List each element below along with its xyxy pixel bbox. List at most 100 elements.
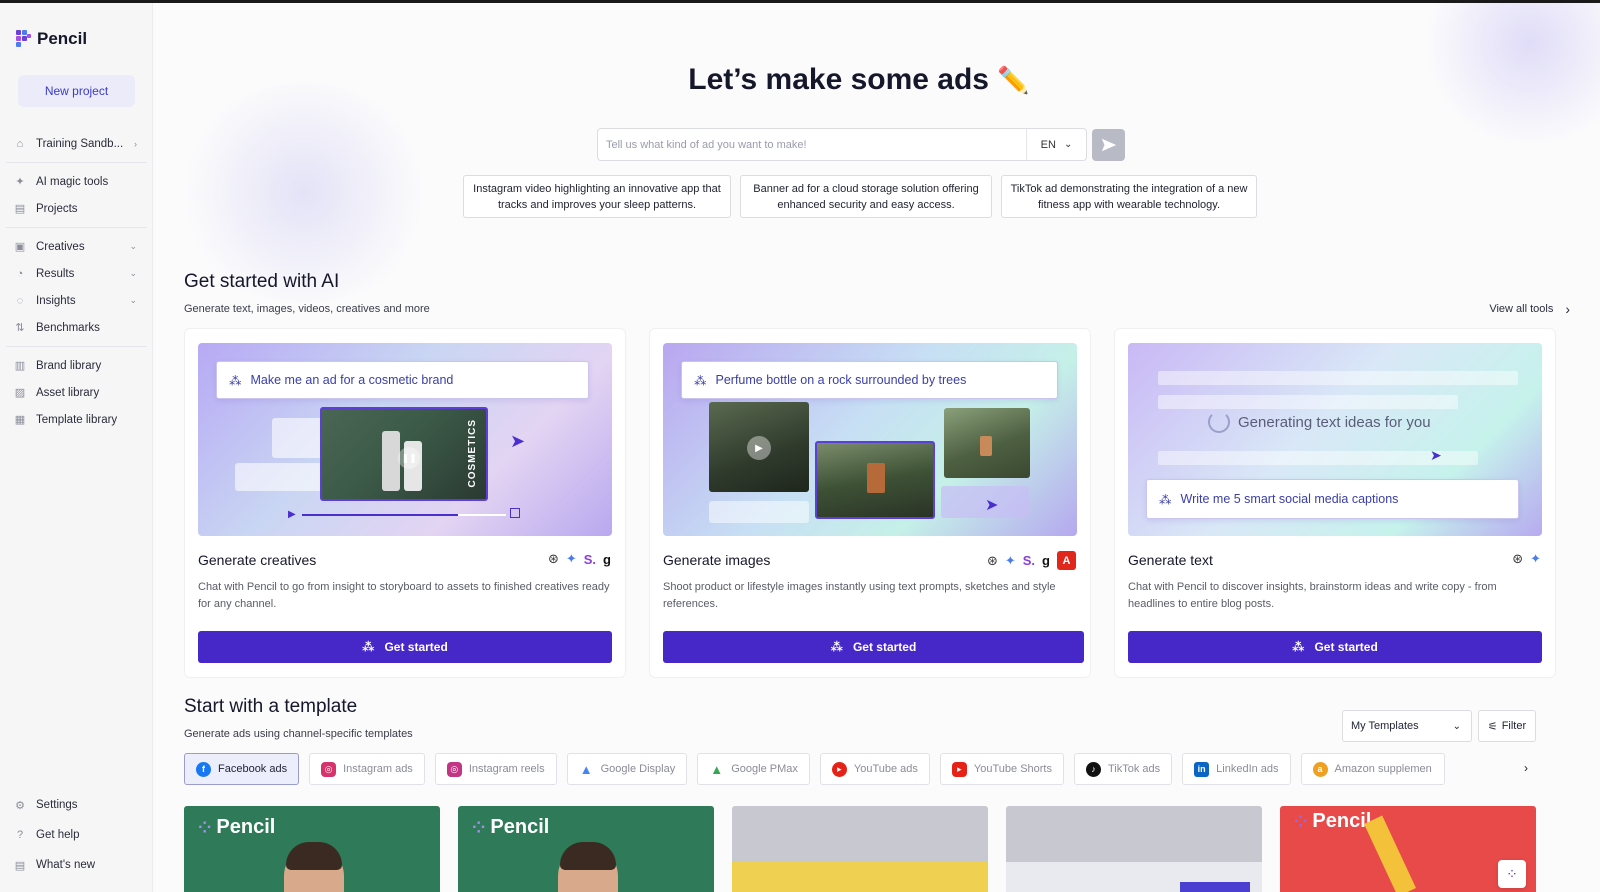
template-thumbnail[interactable] [732,806,988,892]
chevron-right-icon[interactable]: › [1524,761,1528,775]
gear-icon: ⚙ [15,799,25,812]
page-title-text: Let’s make some ads [688,63,989,96]
filter-label: Filter [1501,720,1527,732]
video-thumbnail: ❚❚ COSMETICS [320,407,488,501]
person-image [558,842,618,892]
text-illustration: Generating text ideas for you ➤ ⁂ Write … [1128,343,1542,536]
suggestion-chip[interactable]: TikTok ad demonstrating the integration … [1001,175,1257,218]
tab-label: Instagram ads [343,763,413,775]
gemini-icon: ✦ [565,551,577,566]
template-source-select[interactable]: My Templates ⌄ [1342,710,1472,742]
template-section-title: Start with a template [184,696,358,717]
main-content: Let’s make some ads ✏️ EN ⌄ Instagram vi… [154,3,1600,892]
tab-label: Instagram reels [468,763,545,775]
template-logo: ⁘ Pencil [472,816,549,839]
magic-wand-icon: ⁂ [362,640,375,654]
suggestion-chip[interactable]: Banner ad for a cloud storage solution o… [740,175,992,218]
get-started-button[interactable]: ⁂ Get started [663,631,1084,663]
app-logo[interactable]: Pencil [16,29,87,49]
tab-label: Google PMax [731,763,798,775]
sidebar-item-brand-library[interactable]: ▥ Brand library [0,352,153,379]
sidebar-item-get-help[interactable]: ? Get help [0,820,153,850]
pause-icon: ❚❚ [398,447,420,469]
pencil-logo-icon: ⁘ [472,819,486,837]
adobe-icon: A [1057,551,1076,570]
tab-facebook-ads[interactable]: f Facebook ads [184,753,300,785]
card-title: Generate images [663,552,771,568]
new-project-button[interactable]: New project [18,75,135,107]
tab-amazon-supplements[interactable]: a Amazon supplemen [1300,753,1445,785]
send-button[interactable] [1092,129,1125,161]
tab-google-pmax[interactable]: ▲ Google PMax [697,753,810,785]
sidebar-item-label: Benchmarks [36,321,100,334]
get-started-button[interactable]: ⁂ Get started [1128,631,1542,663]
tab-tiktok-ads[interactable]: ♪ TikTok ads [1073,753,1173,785]
sidebar-item-benchmarks[interactable]: ⇅ Benchmarks [0,314,153,341]
model-logos: ⊛ ✦ [1512,551,1541,567]
card-title: Generate creatives [198,552,317,568]
workspace-selector[interactable]: ⌂ Training Sandb... › [0,130,153,157]
fullscreen-icon [510,508,520,518]
language-value: EN [1040,138,1056,151]
sidebar-item-whats-new[interactable]: ▤ What's new [0,850,153,880]
images-prompt: ⁂ Perfume bottle on a rock surrounded by… [681,361,1058,399]
get-started-button[interactable]: ⁂ Get started [198,631,612,663]
filter-button[interactable]: ⚟ Filter [1478,710,1536,742]
view-all-tools-link[interactable]: View all tools › [1489,301,1570,317]
tab-instagram-ads[interactable]: ◎ Instagram ads [309,753,425,785]
template-source-value: My Templates [1351,720,1419,732]
chevron-right-icon: › [1565,301,1570,317]
cursor-icon: ➤ [510,431,526,451]
magic-wand-icon: ⁂ [229,373,242,388]
person-image [284,842,344,892]
sidebar-item-label: Settings [36,799,78,811]
sidebar-item-projects[interactable]: ▤ Projects [0,195,153,222]
template-logo-text: Pencil [1312,810,1372,832]
tab-youtube-shorts[interactable]: ▸ YouTube Shorts [939,753,1064,785]
tab-label: Amazon supplemen [1334,763,1432,775]
template-logo-text: Pencil [490,816,550,838]
workspace-label: Training Sandb... [36,137,124,150]
page-title: Let’s make some ads ✏️ [154,63,1564,97]
sidebar-item-template-library[interactable]: ▦ Template library [0,406,153,433]
ad-prompt-input[interactable] [598,129,1026,160]
magic-wand-icon: ⁂ [1292,640,1305,654]
model-logos: ⊛ ✦ S. g [548,551,611,567]
pencil-image [1364,815,1416,892]
generating-status: Generating text ideas for you [1208,411,1431,433]
template-thumbnail[interactable]: ⁘ Pencil [458,806,714,892]
stability-icon: S. [583,551,597,567]
template-thumbnail[interactable] [1006,806,1262,892]
tab-instagram-reels[interactable]: ◎ Instagram reels [434,753,557,785]
sidebar-item-label: Get help [36,829,80,841]
sidebar-item-insights[interactable]: ◌ Insights ⌄ [0,287,153,314]
instagram-icon: ◎ [321,761,337,777]
sidebar-item-creatives[interactable]: ▣ Creatives ⌄ [0,233,153,260]
pencil-logo-icon[interactable]: ⁘ [1498,860,1526,888]
filter-icon: ⚟ [1487,720,1498,733]
chevron-down-icon: ⌄ [1063,139,1073,150]
template-logo-text: Pencil [216,816,276,838]
tab-google-display[interactable]: ▲ Google Display [566,753,688,785]
getty-icon: g [1042,553,1050,568]
sidebar-item-label: Creatives [36,240,85,253]
lightbulb-icon: ◌ [16,294,24,307]
ad-prompt-box: EN ⌄ [597,128,1087,161]
image-icon: ▣ [14,241,26,253]
sidebar-item-label: Brand library [36,359,102,372]
template-thumbnail[interactable]: ⁘ Pencil ⁘ [1280,806,1536,892]
sidebar-item-label: Results [36,267,75,280]
language-select[interactable]: EN ⌄ [1026,129,1086,160]
tab-label: LinkedIn ads [1216,763,1279,775]
sidebar-item-results[interactable]: ◔ Results ⌄ [0,260,153,287]
getty-icon: g [603,551,611,567]
youtube-icon: ▸ [831,761,847,777]
suggestion-chip[interactable]: Instagram video highlighting an innovati… [463,175,731,218]
template-thumbnail[interactable]: ⁘ Pencil [184,806,440,892]
sidebar-item-asset-library[interactable]: ▨ Asset library [0,379,153,406]
tab-linkedin-ads[interactable]: in LinkedIn ads [1182,753,1291,785]
tab-youtube-ads[interactable]: ▸ YouTube ads [819,753,930,785]
sidebar-item-ai-magic-tools[interactable]: ✦ AI magic tools [0,168,153,195]
sidebar-item-settings[interactable]: ⚙ Settings [0,790,153,820]
ai-section-subtitle: Generate text, images, videos, creatives… [184,303,430,315]
